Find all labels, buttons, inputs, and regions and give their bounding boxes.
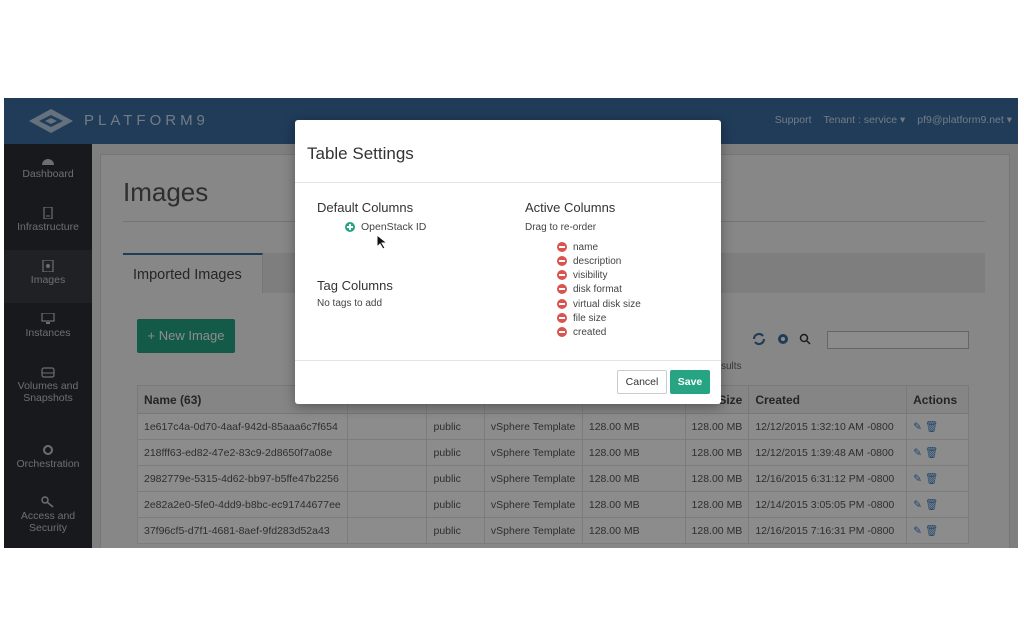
save-button[interactable]: Save [670,370,710,394]
column-label: description [573,255,622,267]
no-tags-text: No tags to add [317,298,383,309]
tag-columns-heading: Tag Columns [317,278,393,293]
active-column-item[interactable]: visibility [557,268,607,282]
divider [295,360,721,361]
column-label: disk format [573,283,622,295]
table-settings-modal: Table Settings Default Columns OpenStack… [295,120,721,404]
active-columns-heading: Active Columns [525,200,616,215]
remove-column-icon[interactable] [557,284,567,294]
column-label: virtual disk size [573,298,641,310]
active-column-item[interactable]: created [557,325,606,339]
column-label: created [573,326,607,338]
active-column-item[interactable]: disk format [557,282,622,296]
column-label: name [573,241,599,253]
cancel-button[interactable]: Cancel [617,370,667,394]
remove-column-icon[interactable] [557,242,567,252]
mouse-cursor-icon [376,234,389,250]
active-column-item[interactable]: name [557,240,598,254]
active-column-item[interactable]: description [557,254,621,268]
remove-column-icon[interactable] [557,299,567,309]
default-column-item[interactable]: OpenStack ID [345,220,426,234]
divider [295,182,721,183]
remove-column-icon[interactable] [557,270,567,280]
column-label: OpenStack ID [361,221,427,233]
active-column-item[interactable]: file size [557,311,606,325]
remove-column-icon[interactable] [557,256,567,266]
default-columns-heading: Default Columns [317,200,414,215]
remove-column-icon[interactable] [557,327,567,337]
app-window: PLATFORM9 Support Tenant : service ▾ pf9… [4,98,1018,548]
add-column-icon[interactable] [345,222,355,232]
drag-hint: Drag to re-order [525,222,597,233]
column-label: file size [573,312,607,324]
remove-column-icon[interactable] [557,313,567,323]
modal-title: Table Settings [307,144,414,163]
column-label: visibility [573,269,608,281]
active-column-item[interactable]: virtual disk size [557,297,641,311]
